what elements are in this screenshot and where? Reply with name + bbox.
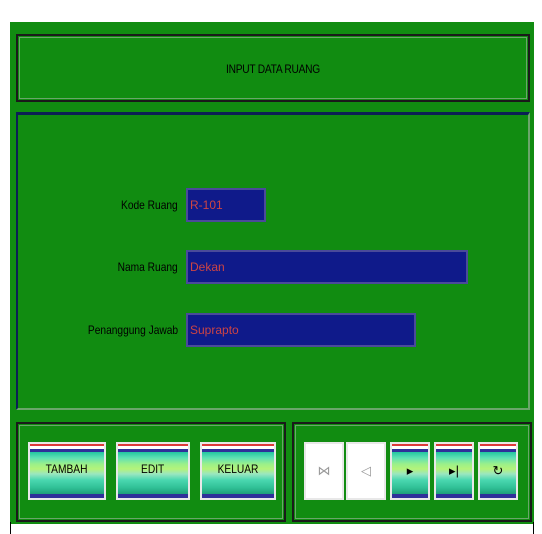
input-data-ruang-form: INPUT DATA RUANG Kode Ruang R-101 Nama R… [10, 22, 534, 524]
nama-ruang-input[interactable]: Dekan [186, 250, 468, 284]
nama-ruang-label: Nama Ruang [117, 260, 178, 274]
kode-ruang-input[interactable]: R-101 [186, 188, 266, 222]
first-record-icon: ⋈ [317, 463, 331, 478]
edit-button-label: EDIT [141, 462, 165, 476]
last-record-button[interactable]: ▸| [434, 442, 474, 500]
kode-ruang-label: Kode Ruang [121, 198, 178, 212]
form-fields-panel: Kode Ruang R-101 Nama Ruang Dekan Penang… [16, 112, 530, 410]
title-panel: INPUT DATA RUANG [16, 34, 530, 102]
next-record-icon: ▸ [406, 463, 414, 478]
previous-record-icon: ◁ [361, 463, 371, 478]
keluar-button[interactable]: KELUAR [200, 442, 276, 500]
keluar-button-label: KELUAR [217, 462, 259, 476]
penanggung-jawab-label: Penanggung Jawab [87, 323, 178, 337]
previous-record-button[interactable]: ◁ [346, 442, 386, 500]
next-record-button[interactable]: ▸ [390, 442, 430, 500]
window-frame-bottom [10, 522, 534, 534]
penanggung-jawab-input[interactable]: Suprapto [186, 313, 416, 347]
first-record-button[interactable]: ⋈ [304, 442, 344, 500]
form-title: INPUT DATA RUANG [226, 62, 320, 76]
refresh-icon: ↻ [492, 463, 504, 478]
refresh-button[interactable]: ↻ [478, 442, 518, 500]
tambah-button[interactable]: TAMBAH [28, 442, 106, 500]
last-record-icon: ▸| [449, 463, 459, 478]
action-buttons-panel: TAMBAH EDIT KELUAR [16, 422, 286, 522]
tambah-button-label: TAMBAH [46, 462, 88, 476]
edit-button[interactable]: EDIT [116, 442, 190, 500]
navigation-panel: ⋈ ◁ ▸ ▸| ↻ [292, 422, 532, 522]
